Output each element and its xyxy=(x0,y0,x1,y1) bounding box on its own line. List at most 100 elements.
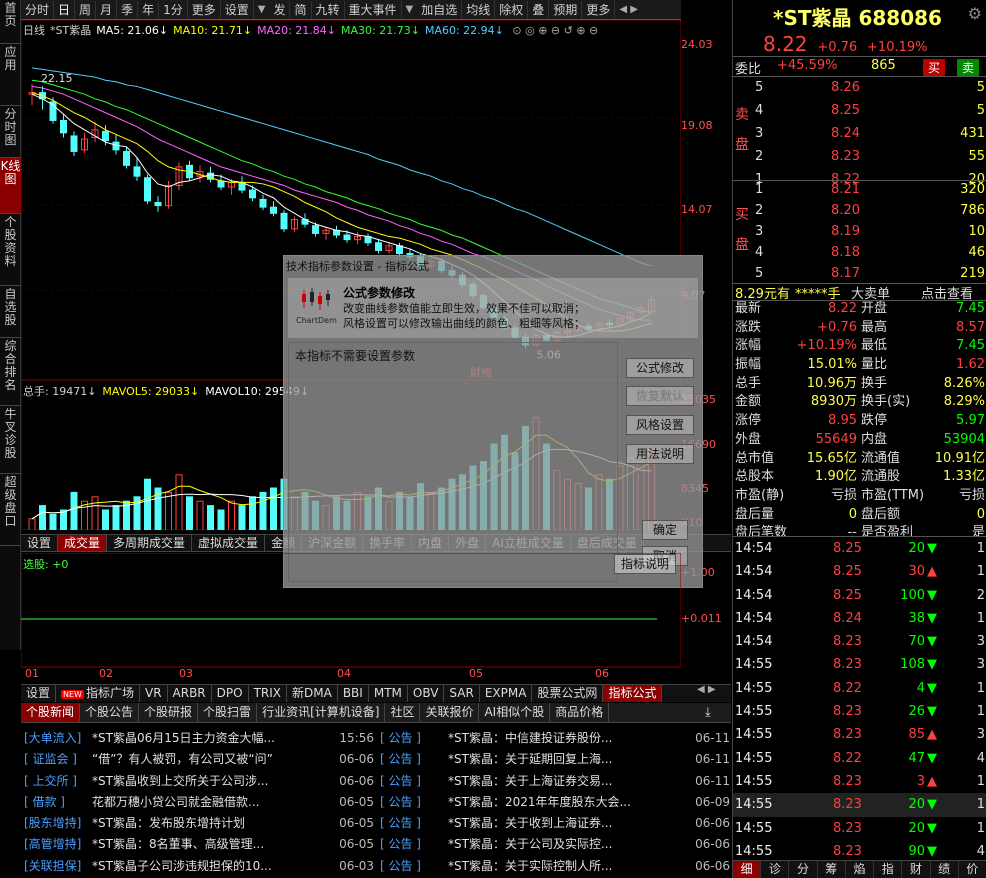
news-title[interactable]: *ST紫晶：发布股东增持计划 xyxy=(92,813,332,834)
quote-tab-1[interactable]: 诊 xyxy=(761,861,790,878)
sidebar-item-3[interactable]: K线图 xyxy=(0,158,21,214)
sidebar-item-7[interactable]: 牛叉诊股 xyxy=(0,406,21,474)
idxtab-5[interactable]: TRIX xyxy=(249,685,288,702)
toolbar-item-13[interactable]: 重大事件 xyxy=(345,0,402,19)
subtab-1[interactable]: 成交量 xyxy=(58,535,108,551)
idxtab-10[interactable]: SAR xyxy=(444,685,480,702)
download-icon[interactable]: ⤓ xyxy=(705,705,711,720)
notice-tag[interactable]: [ 公告 ] xyxy=(380,749,448,770)
ok-button[interactable]: 确定 xyxy=(642,520,688,540)
news-item[interactable]: [大单流入] *ST紫晶06月15日主力资金大幅... 15:56 xyxy=(24,728,374,749)
subtab-0[interactable]: 设置 xyxy=(21,535,59,551)
sidebar-item-6[interactable]: 综合排名 xyxy=(0,338,21,406)
notice-tag[interactable]: [ 公告 ] xyxy=(380,792,448,813)
news-title[interactable]: *ST紫晶：8名董事、高级管理... xyxy=(92,834,332,855)
quote-tab-4[interactable]: 焰 xyxy=(846,861,875,878)
news-item[interactable]: [ 借款 ] 花都万穗小贷公司就金融借款... 06-05 xyxy=(24,792,374,813)
news-tag[interactable]: [高管增持] xyxy=(24,834,92,855)
quote-tab-0[interactable]: 细 xyxy=(733,861,762,878)
tick-row[interactable]: 14:55 8.23 20 ▼ 1 xyxy=(733,817,986,840)
idxtab-4[interactable]: DPO xyxy=(212,685,249,702)
news-item[interactable]: [ 上交所 ] *ST紫晶收到上交所关于公司涉... 06-06 xyxy=(24,771,374,792)
newstab-3[interactable]: 个股扫雷 xyxy=(198,703,258,722)
sell-button[interactable]: 卖 xyxy=(957,59,980,76)
notice-item[interactable]: [ 公告 ] *ST紫晶：2021年年度股东大会... 06-09 xyxy=(380,792,730,813)
toolbar-item-12[interactable]: 九转 xyxy=(312,0,345,19)
notice-title[interactable]: *ST紫晶：关于收到上海证券... xyxy=(448,813,688,834)
bid-row-0[interactable]: 1 8.21 320 xyxy=(733,178,986,201)
notice-tag[interactable]: [ 公告 ] xyxy=(380,771,448,792)
sidebar-item-0[interactable]: 首页 xyxy=(0,0,21,44)
tick-row[interactable]: 14:54 8.24 38 ▼ 1 xyxy=(733,607,986,630)
notice-item[interactable]: [ 公告 ] *ST紫晶：关于实际控制人所... 06-06 xyxy=(380,856,730,877)
notice-title[interactable]: *ST紫晶：关于公司及实际控... xyxy=(448,834,688,855)
newstab-0[interactable]: 个股新闻 xyxy=(21,703,81,722)
quote-tab-7[interactable]: 绩 xyxy=(931,861,959,878)
tick-row[interactable]: 14:55 8.23 85 ▲ 3 xyxy=(733,723,986,746)
news-title[interactable]: *ST紫晶06月15日主力资金大幅... xyxy=(92,728,332,749)
news-tag[interactable]: [关联担保] xyxy=(24,856,92,877)
toolbar-item-16[interactable]: 均线 xyxy=(462,0,496,19)
notice-title[interactable]: *ST紫晶：关于延期回复上海... xyxy=(448,749,688,770)
newstab-4[interactable]: 行业资讯[计算机设备] xyxy=(257,703,386,722)
toolbar-item-3[interactable]: 月 xyxy=(96,0,118,19)
subtab-2[interactable]: 多周期成交量 xyxy=(107,535,193,551)
notice-item[interactable]: [ 公告 ] *ST紫晶：关于收到上海证券... 06-06 xyxy=(380,813,730,834)
notice-tag[interactable]: [ 公告 ] xyxy=(380,728,448,749)
nav-arrows-icon[interactable]: ◀ ▶ xyxy=(615,4,642,15)
tab-scroll-arrows[interactable]: ◀ ▶ xyxy=(697,684,731,702)
subtab-3[interactable]: 虚拟成交量 xyxy=(192,535,266,551)
notice-title[interactable]: *ST紫晶：2021年年度股东大会... xyxy=(448,792,688,813)
news-item[interactable]: [关联担保] *ST紫晶子公司涉违规担保的10... 06-03 xyxy=(24,856,374,877)
toolbar-item-17[interactable]: 除权 xyxy=(495,0,529,19)
toolbar-item-20[interactable]: 更多 xyxy=(582,0,616,19)
sidebar-item-8[interactable]: 超级盘口 xyxy=(0,474,21,546)
idxtab-3[interactable]: ARBR xyxy=(168,685,212,702)
toolbar-item-6[interactable]: 1分 xyxy=(159,0,188,19)
tick-row[interactable]: 14:55 8.22 4 ▼ 1 xyxy=(733,677,986,700)
dropdown-arrow-icon[interactable]: ▼ xyxy=(402,4,418,15)
dropdown-arrow-icon[interactable]: ▼ xyxy=(254,4,270,15)
toolbar-item-15[interactable]: 加自选 xyxy=(417,0,463,19)
notice-tag[interactable]: [ 公告 ] xyxy=(380,834,448,855)
quote-tab-6[interactable]: 财 xyxy=(902,861,931,878)
newstab-5[interactable]: 社区 xyxy=(385,703,421,722)
toolbar-item-4[interactable]: 季 xyxy=(117,0,139,19)
idxtab-12[interactable]: 股票公式网 xyxy=(532,685,604,702)
sidebar-item-2[interactable]: 分时图 xyxy=(0,106,21,158)
tick-row[interactable]: 14:54 8.25 20 ▼ 1 xyxy=(733,537,986,560)
idxtab-13[interactable]: 指标公式 xyxy=(603,685,663,702)
buy-button[interactable]: 买 xyxy=(923,59,946,76)
bid-row-3[interactable]: 4 8.18 46 xyxy=(733,241,986,264)
idxtab-1[interactable]: NEW 指标广场 xyxy=(56,685,140,702)
news-title[interactable]: 花都万穗小贷公司就金融借款... xyxy=(92,792,332,813)
toolbar-item-10[interactable]: 发 xyxy=(269,0,291,19)
notice-item[interactable]: [ 公告 ] *ST紫晶：关于公司及实际控... 06-06 xyxy=(380,834,730,855)
bid-row-2[interactable]: 3 8.19 10 xyxy=(733,220,986,243)
usage-help-button[interactable]: 用法说明 xyxy=(626,444,694,464)
notice-tag[interactable]: [ 公告 ] xyxy=(380,856,448,877)
idxtab-8[interactable]: MTM xyxy=(369,685,408,702)
newstab-6[interactable]: 关联报价 xyxy=(420,703,480,722)
notice-tag[interactable]: [ 公告 ] xyxy=(380,813,448,834)
newstab-2[interactable]: 个股研报 xyxy=(139,703,199,722)
quote-tab-5[interactable]: 指 xyxy=(874,861,903,878)
idxtab-7[interactable]: BBI xyxy=(338,685,369,702)
notice-item[interactable]: [ 公告 ] *ST紫晶：关于延期回复上海... 06-11 xyxy=(380,749,730,770)
toolbar-item-8[interactable]: 设置 xyxy=(221,0,254,19)
newstab-1[interactable]: 个股公告 xyxy=(80,703,140,722)
big-order-row[interactable]: 8.29元有 *****手 大卖单 点击查看 xyxy=(733,283,986,302)
news-item[interactable]: [股东增持] *ST紫晶：发布股东增持计划 06-05 xyxy=(24,813,374,834)
tick-row[interactable]: 14:55 8.22 47 ▼ 4 xyxy=(733,747,986,770)
newstab-8[interactable]: 商品价格 xyxy=(550,703,610,722)
news-item[interactable]: [ 证监会 ] “借”？有人被罚，有公司又被“问” 06-06 xyxy=(24,749,374,770)
gear-icon[interactable]: ⚙ xyxy=(968,4,982,23)
tick-row[interactable]: 14:54 8.25 30 ▲ 1 xyxy=(733,560,986,583)
toolbar-item-2[interactable]: 周 xyxy=(75,0,97,19)
notice-title[interactable]: *ST紫晶：关于上海证券交易... xyxy=(448,771,688,792)
news-tag[interactable]: [ 证监会 ] xyxy=(24,749,92,770)
toolbar-item-7[interactable]: 更多 xyxy=(188,0,221,19)
quote-tab-2[interactable]: 分 xyxy=(789,861,818,878)
bid-row-1[interactable]: 2 8.20 786 xyxy=(733,199,986,222)
news-tag[interactable]: [ 借款 ] xyxy=(24,792,92,813)
